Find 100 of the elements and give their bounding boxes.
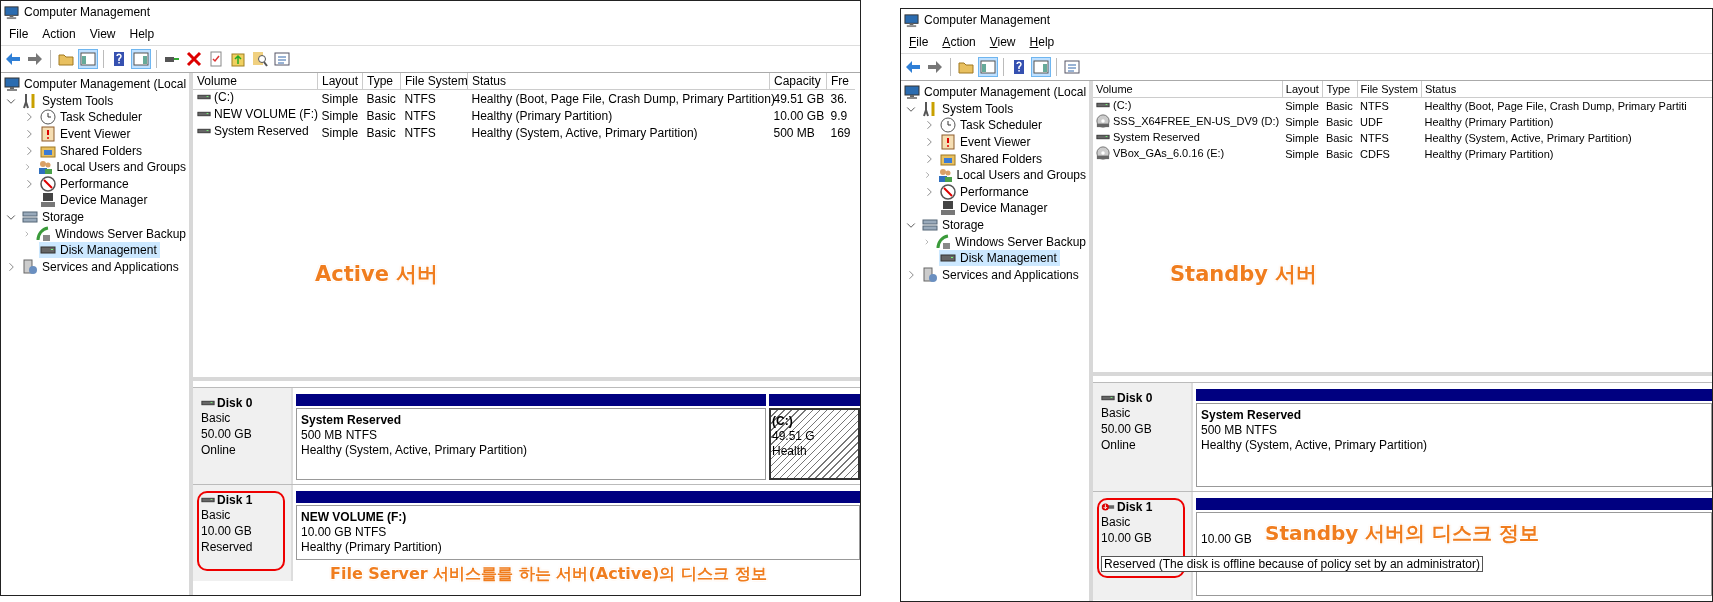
table-cell: Basic	[366, 125, 396, 140]
column-header[interactable]: Layout	[1282, 81, 1323, 98]
tree-item[interactable]: Local Users and Groups	[935, 167, 1089, 184]
tree-item[interactable]: Shared Folders	[39, 142, 146, 159]
list-icon	[1064, 59, 1080, 75]
table-cell: 36.	[830, 91, 848, 106]
gauge-icon	[40, 175, 56, 192]
table-cell: Simple	[1285, 100, 1319, 112]
computer-icon	[4, 4, 19, 20]
tree-item[interactable]: Storage	[921, 217, 988, 234]
tree-item[interactable]: Device Manager	[39, 192, 151, 209]
column-header[interactable]: Volume	[1093, 81, 1283, 98]
disc-icon	[1096, 146, 1110, 160]
menu-item[interactable]: Help	[1022, 35, 1062, 49]
tree-item[interactable]: Performance	[939, 183, 1032, 200]
tree-button[interactable]	[78, 49, 98, 69]
table-cell: Basic	[366, 108, 396, 123]
table-cell: VBox_GAs_6.0.16 (E:)	[1113, 147, 1225, 159]
menu-item[interactable]: View	[982, 35, 1023, 49]
disk-detail: 10.00 GB	[201, 523, 253, 539]
panel-icon	[1033, 59, 1049, 75]
help-icon	[111, 51, 127, 67]
tree-item[interactable]: System Tools	[921, 100, 1017, 117]
partition-title: NEW VOLUME (F:)	[301, 510, 407, 525]
table-cell: 500 MB	[773, 125, 815, 140]
help-icon	[1011, 59, 1027, 75]
tree-item[interactable]: Storage	[21, 209, 88, 226]
tree-item[interactable]: Event Viewer	[39, 126, 134, 143]
tree-item[interactable]: Task Scheduler	[939, 117, 1046, 134]
column-header[interactable]: Type	[1322, 81, 1357, 98]
partition-box[interactable]: System Reserved 500 MB NTFS Healthy (System, Active, Primary Partition)	[1196, 403, 1712, 487]
disk-detail: Reserved	[201, 539, 254, 555]
table-cell: Healthy (Boot, Page File, Crash Dump, Primary Partiti	[1424, 100, 1687, 112]
table-cell: Simple	[1285, 148, 1319, 160]
column-header[interactable]: Capacity	[769, 73, 827, 90]
table-cell: 169	[830, 125, 851, 140]
column-header[interactable]: Status	[467, 73, 770, 90]
storage-icon	[922, 217, 938, 234]
tree-item[interactable]: Event Viewer	[939, 134, 1034, 151]
partition-detail: 500 MB NTFS	[1201, 423, 1278, 438]
tree-item[interactable]: Services and Applications	[21, 258, 182, 275]
table-cell: (C:)	[214, 90, 234, 104]
search-button[interactable]	[250, 49, 270, 69]
disk-detail: Online	[1101, 437, 1137, 453]
column-header[interactable]: File System	[1357, 81, 1422, 98]
tree-item[interactable]: Device Manager	[939, 200, 1051, 217]
partition-box[interactable]: (C:) 49.51 G Health	[769, 408, 860, 480]
folder-icon	[58, 51, 74, 67]
tree-item[interactable]: Local Users and Groups	[35, 159, 189, 176]
props-button[interactable]	[272, 49, 292, 69]
partition-title: System Reserved	[1201, 408, 1302, 423]
back-icon	[905, 59, 921, 75]
table-cell: Simple	[1285, 116, 1319, 128]
table-cell: Healthy (Primary Partition)	[1424, 116, 1554, 128]
menu-item[interactable]: Help	[122, 27, 162, 41]
partition-box[interactable]: System Reserved 500 MB NTFS Healthy (System, Active, Primary Partition)	[296, 408, 766, 480]
partition-title: System Reserved	[301, 413, 402, 428]
users-icon	[936, 167, 953, 184]
disk-detail: 50.00 GB	[201, 426, 253, 442]
table-cell: Healthy (Primary Partition)	[1424, 148, 1554, 160]
tree-button[interactable]	[978, 57, 998, 77]
table-cell: Healthy (Boot, Page File, Crash Dump, Primary Partition)	[471, 91, 775, 106]
tree-item[interactable]: Task Scheduler	[39, 109, 146, 126]
tree-item[interactable]: Windows Server Backup	[34, 225, 189, 242]
column-header[interactable]: Status	[1421, 81, 1712, 98]
column-header[interactable]: Type	[362, 73, 401, 90]
clock-icon	[940, 117, 956, 134]
column-header[interactable]: Layout	[317, 73, 363, 90]
tree-item[interactable]: Computer Management (Local	[903, 84, 1089, 101]
table-cell: Simple	[321, 91, 359, 106]
tree-item[interactable]: Windows Server Backup	[934, 233, 1089, 250]
backup-icon	[35, 225, 52, 242]
delete-button[interactable]	[184, 49, 204, 69]
menu-item[interactable]: Action	[35, 27, 83, 41]
tree-item[interactable]: System Tools	[21, 92, 117, 109]
annotation-text: File Server 서비스를를 하는 서버(Active)의 디스크 정보	[330, 564, 767, 585]
menu-item[interactable]: File	[902, 35, 936, 49]
tree-item[interactable]: Computer Management (Local	[3, 76, 189, 93]
tree-item[interactable]: Shared Folders	[939, 150, 1046, 167]
menu-item[interactable]: File	[2, 27, 36, 41]
window-title: Computer Management	[924, 13, 1051, 27]
panel-icon	[133, 51, 149, 67]
disk-name: Disk 1	[1117, 500, 1153, 514]
menu-item[interactable]: Action	[935, 35, 983, 49]
column-header[interactable]: File System	[400, 73, 468, 90]
tree-item[interactable]: Services and Applications	[921, 266, 1082, 283]
gauge-icon	[940, 183, 956, 200]
table-cell: NTFS	[1360, 132, 1389, 144]
table-cell: System Reserved	[214, 124, 309, 138]
table-cell: CDFS	[1360, 148, 1390, 160]
tree-item[interactable]: Disk Management	[939, 250, 1060, 267]
column-header[interactable]: Volume	[193, 73, 318, 90]
menu-item[interactable]: View	[82, 27, 123, 41]
log-icon	[40, 126, 56, 143]
column-header[interactable]: Fre	[826, 73, 855, 90]
computer-icon	[4, 76, 20, 93]
tree-item[interactable]: Performance	[39, 175, 132, 192]
props-button[interactable]	[1062, 57, 1082, 77]
tree-item[interactable]: Disk Management	[39, 242, 160, 259]
partition-box[interactable]: NEW VOLUME (F:) 10.00 GB NTFS Healthy (Primary Partition)	[296, 505, 860, 560]
